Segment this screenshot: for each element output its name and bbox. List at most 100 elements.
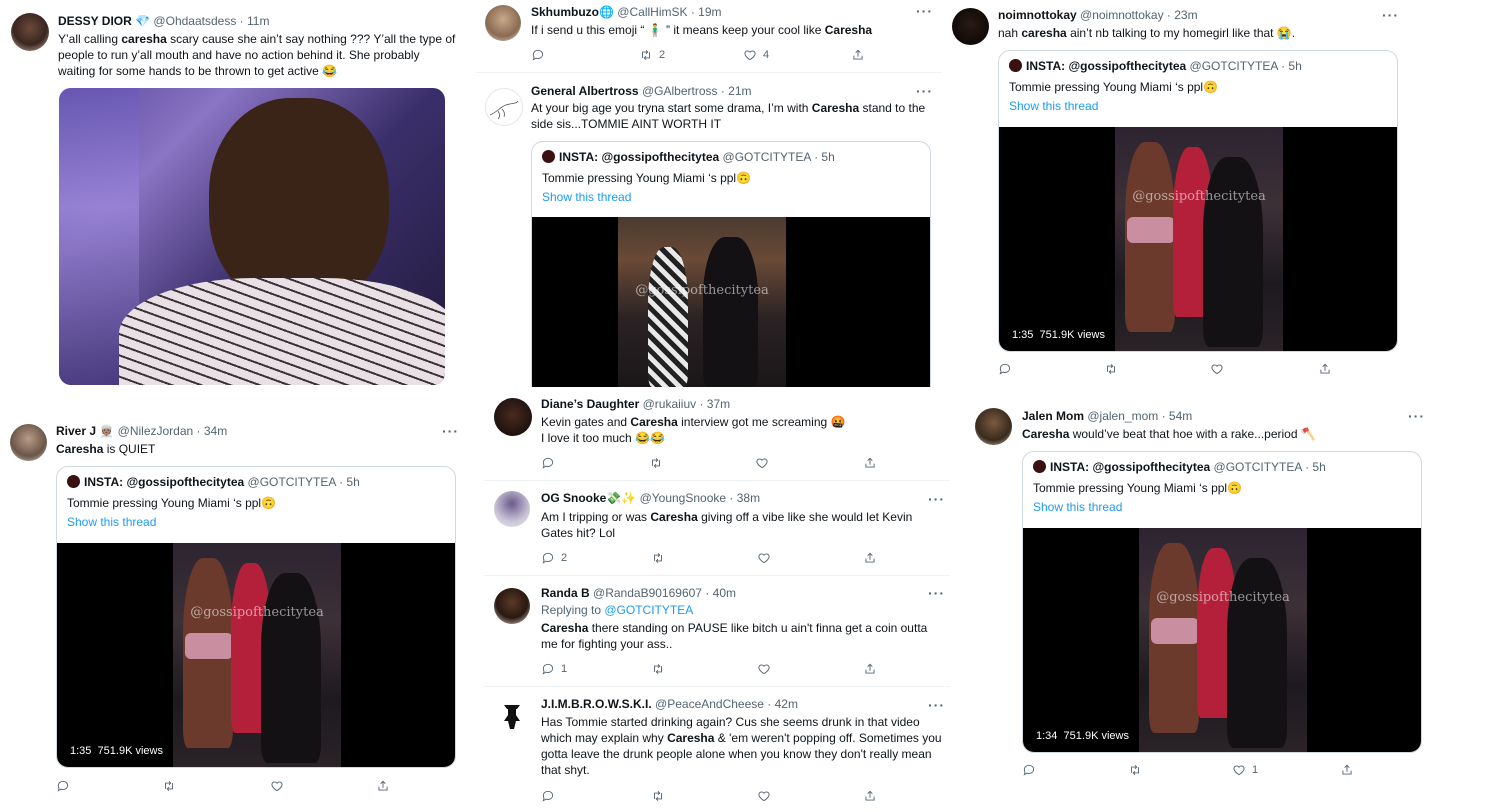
more-icon[interactable]: ··· — [442, 424, 459, 438]
user-name[interactable]: INSTA: @gossipofthecitytea — [1026, 59, 1186, 73]
show-thread-link[interactable]: Show this thread — [67, 514, 156, 530]
avatar[interactable] — [485, 5, 521, 41]
more-icon[interactable]: ··· — [928, 586, 945, 600]
quoted-tweet[interactable]: INSTA: @gossipofthecitytea @GOTCITYTEA ·… — [998, 50, 1398, 352]
more-icon[interactable]: ··· — [916, 84, 933, 98]
like-button[interactable] — [757, 788, 771, 802]
retweet-button[interactable] — [1104, 361, 1118, 377]
tweet-noimnottokay[interactable]: noimnottokay @noimnottokay · 23m ··· nah… — [946, 0, 1410, 384]
tweet-randa-b[interactable]: Randa B @RandaB90169607 · 40m ··· Replyi… — [480, 580, 950, 680]
tweet-time[interactable]: · 37m — [699, 397, 730, 411]
user-handle[interactable]: @jalen_mom — [1087, 409, 1158, 423]
user-name[interactable]: OG Snooke💸✨ — [541, 491, 636, 505]
reply-button[interactable] — [541, 788, 555, 802]
tweet-jimbrowski[interactable]: J.I.M.B.R.O.W.S.K.I. @PeaceAndCheese · 4… — [480, 692, 950, 802]
user-handle[interactable]: @GAlbertross — [642, 84, 718, 98]
tweet-jalen-mom[interactable]: Jalen Mom @jalen_mom · 54m ··· Caresha w… — [966, 400, 1436, 800]
tweet-time[interactable]: · 38m — [729, 491, 760, 505]
user-handle[interactable]: @YoungSnooke — [640, 491, 726, 505]
quoted-tweet[interactable]: INSTA: @gossipofthecitytea @GOTCITYTEA ·… — [531, 141, 931, 387]
like-button[interactable] — [755, 455, 769, 471]
tweet-time[interactable]: · 21m — [721, 84, 752, 98]
retweet-button[interactable] — [162, 778, 176, 794]
user-name[interactable]: DESSY DIOR 💎 — [58, 14, 150, 28]
reply-button[interactable] — [56, 778, 70, 794]
reply-button[interactable] — [998, 361, 1012, 377]
show-thread-link[interactable]: Show this thread — [1009, 98, 1098, 114]
retweet-button[interactable] — [651, 788, 665, 802]
user-name[interactable]: Skhumbuzo🌐 — [531, 5, 614, 19]
tweet-skhumbuzo[interactable]: Skhumbuzo🌐 @CallHimSK · 19m ··· If i sen… — [472, 0, 942, 72]
avatar[interactable] — [494, 491, 530, 527]
avatar[interactable] — [485, 88, 523, 126]
share-button[interactable] — [376, 778, 390, 794]
avatar[interactable] — [494, 398, 532, 436]
user-name[interactable]: noimnottokay — [998, 8, 1077, 22]
like-button[interactable] — [1210, 361, 1224, 377]
share-button[interactable] — [863, 455, 877, 471]
retweet-button[interactable] — [1128, 762, 1142, 778]
user-name[interactable]: Randa B — [541, 586, 590, 600]
share-button[interactable] — [863, 788, 877, 802]
quoted-tweet[interactable]: INSTA: @gossipofthecitytea @GOTCITYTEA ·… — [1022, 451, 1422, 753]
video-player[interactable]: @gossipofthecitytea — [532, 217, 930, 387]
like-button[interactable] — [757, 661, 771, 677]
more-icon[interactable]: ··· — [928, 492, 945, 506]
tweet-time[interactable]: · 34m — [197, 424, 228, 438]
tweet-og-snooke[interactable]: OG Snooke💸✨ @YoungSnooke · 38m ··· Am I … — [480, 486, 950, 574]
user-handle[interactable]: @noimnottokay — [1080, 8, 1164, 22]
like-button[interactable] — [757, 550, 771, 566]
user-name[interactable]: J.I.M.B.R.O.W.S.K.I. — [541, 697, 652, 711]
user-handle[interactable]: @GOTCITYTEA — [1190, 59, 1278, 73]
tweet-time[interactable]: · 42m — [767, 697, 798, 711]
avatar[interactable] — [11, 13, 49, 51]
user-handle[interactable]: @GOTCITYTEA — [723, 150, 811, 164]
reply-button[interactable]: 2 — [541, 550, 567, 566]
replying-to-link[interactable]: @GOTCITYTEA — [604, 603, 693, 617]
avatar[interactable] — [952, 8, 989, 45]
tweet-river-j[interactable]: River J 👳🏽 @NilezJordan · 34m ··· Caresh… — [0, 412, 470, 802]
video-player[interactable]: @gossipofthecitytea 1:34 751.9K views — [1023, 528, 1421, 752]
retweet-button[interactable] — [649, 455, 663, 471]
avatar[interactable] — [10, 424, 47, 461]
tweet-dessy-dior[interactable]: DESSY DIOR 💎 @Ohdaatsdess · 11m Y’all ca… — [0, 0, 470, 395]
share-button[interactable] — [863, 661, 877, 677]
user-handle[interactable]: @RandaB90169607 — [593, 586, 702, 600]
user-name[interactable]: INSTA: @gossipofthecitytea — [1050, 460, 1210, 474]
avatar[interactable] — [494, 588, 530, 624]
like-button[interactable]: 4 — [743, 47, 769, 63]
user-handle[interactable]: @PeaceAndCheese — [655, 697, 764, 711]
user-name[interactable]: INSTA: @gossipofthecitytea — [84, 475, 244, 489]
more-icon[interactable]: ··· — [1382, 8, 1399, 22]
user-handle[interactable]: @GOTCITYTEA — [1214, 460, 1302, 474]
user-name[interactable]: Jalen Mom — [1022, 409, 1084, 423]
share-button[interactable] — [863, 550, 877, 566]
show-thread-link[interactable]: Show this thread — [542, 189, 631, 205]
more-icon[interactable]: ··· — [916, 4, 933, 18]
like-button[interactable]: 1 — [1232, 762, 1258, 778]
tweet-time[interactable]: · 19m — [691, 5, 722, 19]
tweet-dianes-daughter[interactable]: Diane’s Daughter @rukaiiuv · 37m Kevin g… — [480, 396, 950, 480]
video-player[interactable]: @gossipofthecitytea 1:35 751.9K views — [57, 543, 455, 767]
user-name[interactable]: INSTA: @gossipofthecitytea — [559, 150, 719, 164]
retweet-button[interactable] — [651, 661, 665, 677]
video-player[interactable]: @gossipofthecitytea 1:35 751.9K views — [999, 127, 1397, 351]
more-icon[interactable]: ··· — [928, 698, 945, 712]
user-name[interactable]: Diane’s Daughter — [541, 397, 639, 411]
user-handle[interactable]: @CallHimSK — [617, 5, 687, 19]
quoted-tweet[interactable]: INSTA: @gossipofthecitytea @GOTCITYTEA ·… — [56, 466, 456, 768]
reply-button[interactable] — [1022, 762, 1036, 778]
user-handle[interactable]: @rukaiiuv — [643, 397, 697, 411]
avatar[interactable] — [494, 697, 530, 733]
share-button[interactable] — [1340, 762, 1354, 778]
share-button[interactable] — [851, 47, 865, 63]
user-handle[interactable]: @Ohdaatsdess — [153, 14, 236, 28]
like-button[interactable] — [270, 778, 284, 794]
tweet-time[interactable]: · 23m — [1167, 8, 1198, 22]
reply-button[interactable]: 1 — [541, 661, 567, 677]
tweet-time[interactable]: · 54m — [1162, 409, 1193, 423]
retweet-button[interactable] — [651, 550, 665, 566]
reply-button[interactable] — [541, 455, 555, 471]
user-name[interactable]: River J 👳🏽 — [56, 424, 114, 438]
tweet-time[interactable]: · 40m — [705, 586, 736, 600]
